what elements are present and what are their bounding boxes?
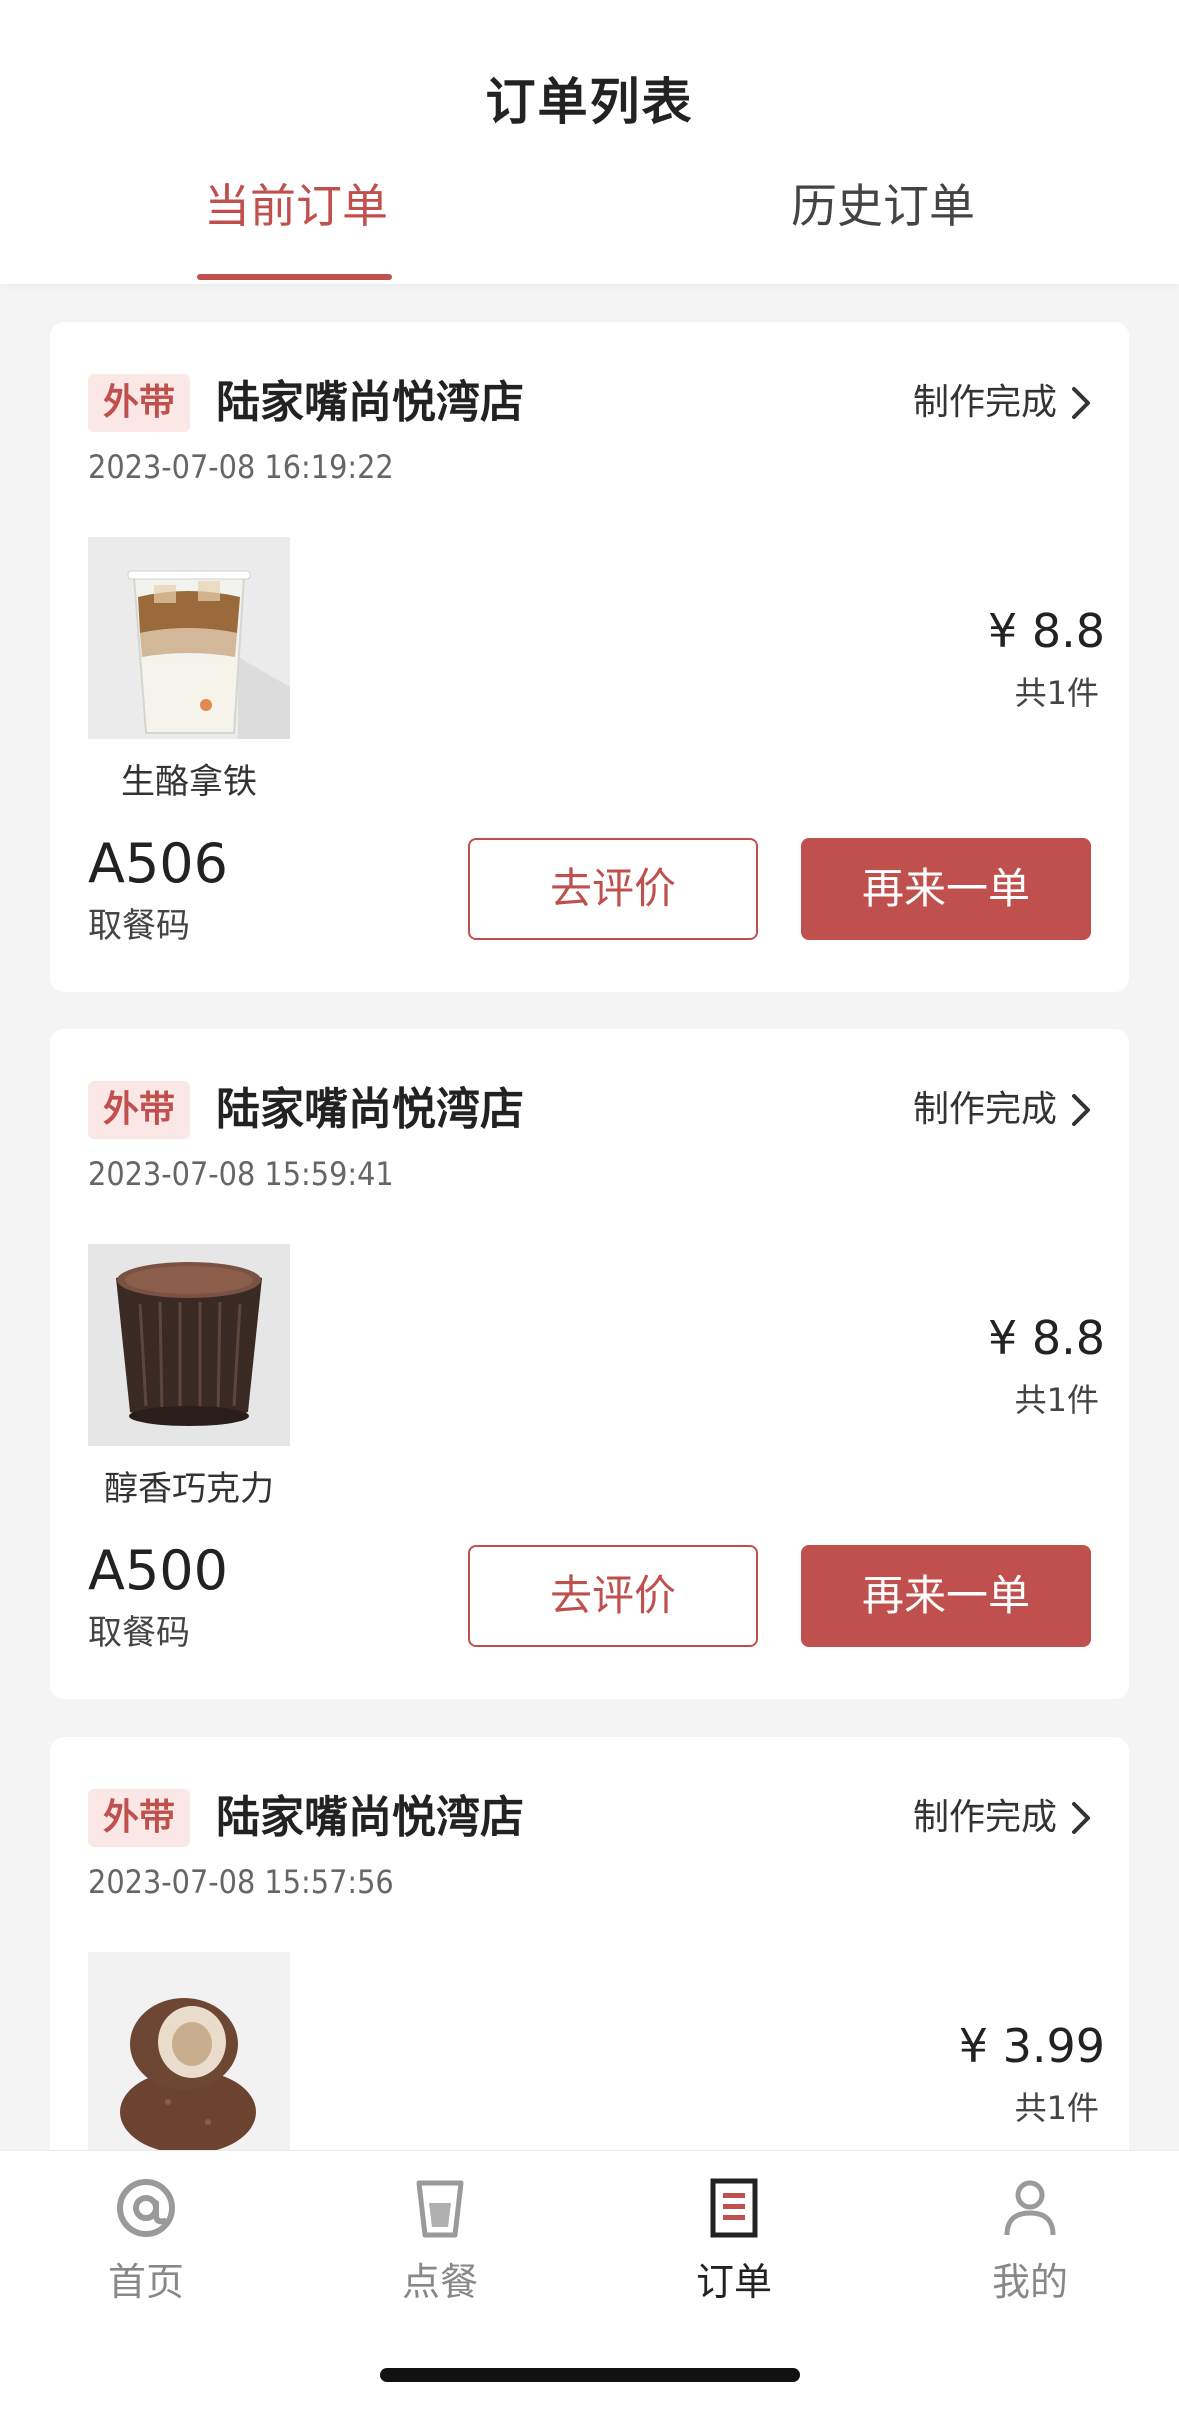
- order-quantity: 共1件: [1014, 674, 1099, 712]
- pickup-code: A500: [88, 1539, 229, 1602]
- person-icon: [1004, 2180, 1056, 2236]
- order-price: ¥ 3.99: [958, 2019, 1105, 2073]
- order-status-link[interactable]: 制作完成: [913, 1789, 1093, 1847]
- order-status: 制作完成: [912, 1089, 1057, 1130]
- order-datetime: 2023-07-08 15:57:56: [88, 1863, 394, 1901]
- order-quantity: 共1件: [1014, 2089, 1099, 2127]
- takeout-badge: 外带: [88, 374, 190, 432]
- tabbar-item-order-food[interactable]: 点餐: [340, 2161, 540, 2306]
- store-name: 陆家嘴尚悦湾店: [216, 1084, 524, 1135]
- order-list-icon: [710, 2178, 758, 2238]
- page-title: 订单列表: [485, 73, 694, 131]
- takeout-badge: 外带: [88, 1081, 190, 1139]
- store-name: 陆家嘴尚悦湾店: [216, 1792, 524, 1843]
- header: 订单列表 当前订单 历史订单: [0, 0, 1179, 284]
- tabbar-label: 点餐: [401, 2260, 478, 2304]
- latte-cup-image: [88, 537, 290, 739]
- pickup-code: A506: [88, 832, 229, 895]
- tab-current-orders[interactable]: 当前订单: [146, 170, 446, 236]
- pickup-code-label: 取餐码: [88, 1613, 190, 1653]
- reorder-button[interactable]: 再来一单: [801, 1545, 1091, 1647]
- order-status-link[interactable]: 制作完成: [913, 1081, 1093, 1139]
- order-price: ¥ 8.8: [987, 604, 1105, 658]
- tabbar-item-home[interactable]: 首页: [46, 2161, 246, 2306]
- takeout-badge: 外带: [88, 1789, 190, 1847]
- home-indicator: [380, 2368, 800, 2382]
- order-datetime: 2023-07-08 16:19:22: [88, 448, 394, 486]
- tabbar-label: 订单: [695, 2260, 772, 2304]
- chevron-right-icon: [1072, 387, 1090, 419]
- tabbar-item-orders[interactable]: 订单: [634, 2161, 834, 2306]
- pickup-code-label: 取餐码: [88, 906, 190, 946]
- product-name: 生酪拿铁: [121, 762, 257, 802]
- order-status-link[interactable]: 制作完成: [913, 374, 1093, 432]
- store-name: 陆家嘴尚悦湾店: [216, 377, 524, 428]
- review-button[interactable]: 去评价: [468, 838, 758, 940]
- order-quantity: 共1件: [1014, 1381, 1099, 1419]
- active-tab-indicator: [197, 274, 392, 280]
- mochi-dessert-image: [88, 1952, 290, 2154]
- cup-icon: [416, 2180, 464, 2238]
- tab-history-orders[interactable]: 历史订单: [733, 170, 1033, 236]
- product-name: 醇香巧克力: [104, 1469, 274, 1509]
- reorder-button[interactable]: 再来一单: [801, 838, 1091, 940]
- order-price: ¥ 8.8: [987, 1311, 1105, 1365]
- at-sign-icon: [117, 2179, 175, 2237]
- order-status: 制作完成: [912, 382, 1057, 423]
- chevron-right-icon: [1072, 1802, 1090, 1834]
- review-button[interactable]: 去评价: [468, 1545, 758, 1647]
- tabbar-item-profile[interactable]: 我的: [930, 2161, 1130, 2306]
- order-card[interactable]: 外带 陆家嘴尚悦湾店 制作完成 2023-07-08 15:59:41 醇香巧克…: [50, 1029, 1129, 1699]
- order-card[interactable]: 外带 陆家嘴尚悦湾店 制作完成 2023-07-08 16:19:22 生酪拿铁…: [50, 322, 1129, 992]
- tabbar-label: 首页: [107, 2260, 184, 2304]
- order-status: 制作完成: [912, 1797, 1057, 1838]
- tabbar-label: 我的: [991, 2260, 1068, 2304]
- order-datetime: 2023-07-08 15:59:41: [88, 1155, 394, 1193]
- chevron-right-icon: [1072, 1094, 1090, 1126]
- hot-chocolate-glass-image: [88, 1244, 290, 1446]
